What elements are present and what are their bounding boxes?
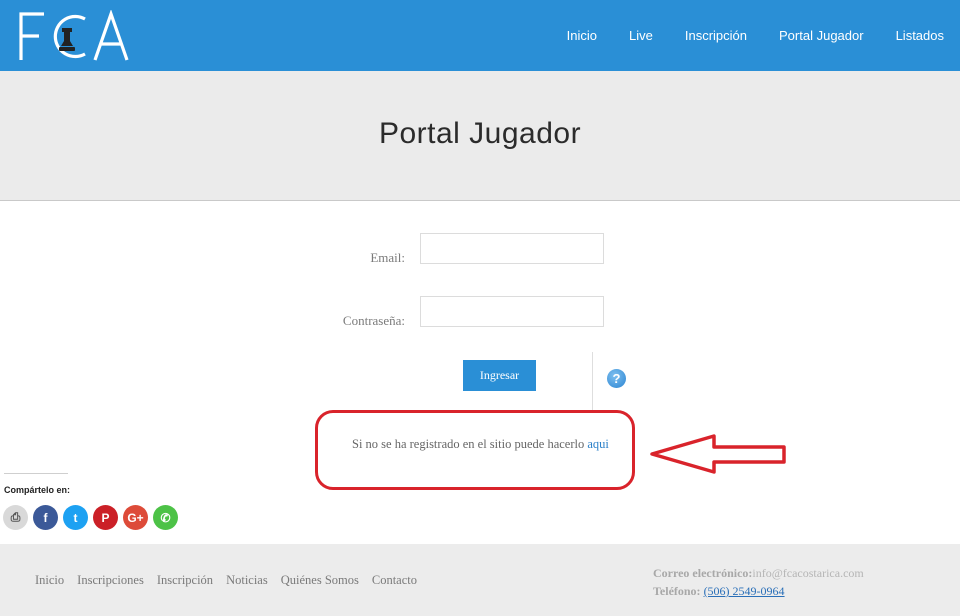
site-header: Inicio Live Inscripción Portal Jugador L… [0,0,960,71]
title-band: Portal Jugador [0,71,960,201]
footer-email[interactable]: info@fcacostarica.com [752,566,863,580]
phone-label-footer: Teléfono: [653,584,701,598]
facebook-icon[interactable]: f [33,505,58,530]
email-label-footer: Correo electrónico: [653,566,753,580]
footer-phone-link[interactable]: (506) 2549-0964 [704,584,785,598]
nav-listados[interactable]: Listados [896,28,944,43]
footer-nav-noticias[interactable]: Noticias [226,573,268,588]
footer-nav-inscripcion[interactable]: Inscripción [157,573,213,588]
whatsapp-icon[interactable]: ✆ [153,505,178,530]
footer-nav-inicio[interactable]: Inicio [35,573,64,588]
footer-contact: Correo electrónico:info@fcacostarica.com… [653,564,864,600]
email-label: Email: [370,250,405,265]
annotation-arrow-icon [650,434,786,474]
question-circle-icon[interactable]: ? [607,369,626,388]
fca-logo[interactable] [18,10,130,62]
footer-nav-quienes-somos[interactable]: Quiénes Somos [281,573,359,588]
share-label: Compártelo en: [4,485,71,495]
footer-nav-inscripciones[interactable]: Inscripciones [77,573,144,588]
nav-inscripcion[interactable]: Inscripción [685,28,747,43]
login-button[interactable]: Ingresar [463,360,536,391]
twitter-icon[interactable]: t [63,505,88,530]
password-label: Contraseña: [342,313,405,328]
page-title: Portal Jugador [378,117,582,150]
nav-portal-jugador[interactable]: Portal Jugador [779,28,864,43]
nav-inicio[interactable]: Inicio [567,28,597,43]
footer-nav: Inicio Inscripciones Inscripción Noticia… [35,573,430,588]
share-divider [4,473,68,474]
pinterest-icon[interactable]: P [93,505,118,530]
footer-nav-contacto[interactable]: Contacto [372,573,417,588]
google-plus-icon[interactable]: G+ [123,505,148,530]
main-nav: Inicio Live Inscripción Portal Jugador L… [535,0,944,71]
site-footer: Inicio Inscripciones Inscripción Noticia… [0,544,960,616]
nav-live[interactable]: Live [629,28,653,43]
annotation-highlight-box [315,410,635,490]
divider [592,352,593,410]
share-icons: ⎙ f t P G+ ✆ [3,505,183,530]
password-input[interactable] [420,296,604,327]
email-input[interactable] [420,233,604,264]
print-icon[interactable]: ⎙ [3,505,28,530]
